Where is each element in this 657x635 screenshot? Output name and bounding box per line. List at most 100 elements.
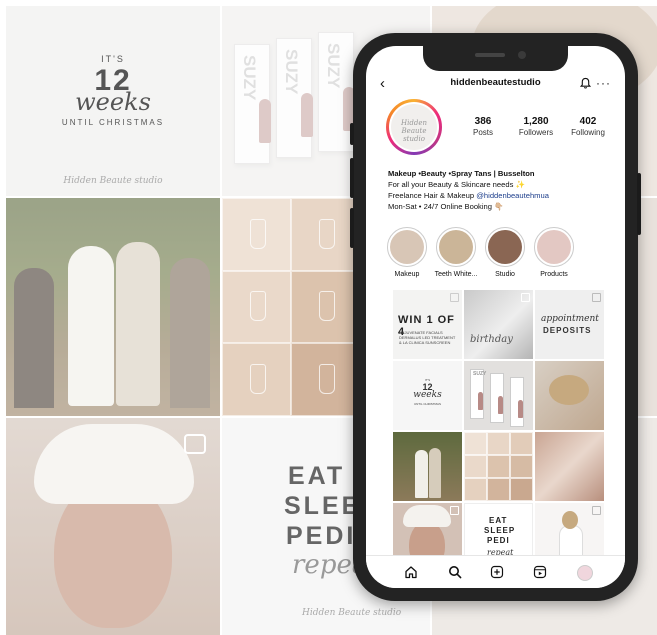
post-swatch: [487, 432, 510, 455]
post-groom-figure: [429, 448, 441, 498]
post-eat-line: PEDI: [487, 536, 510, 545]
pinned-icon: [592, 293, 601, 302]
post-win-subtitle: REJUVENATE FACIALS DERMALUS LED TREATMEN…: [399, 330, 456, 345]
bg-lipstick: [301, 93, 313, 137]
post-swatch: [487, 478, 510, 501]
reel-icon: [184, 434, 206, 454]
highlight-label: Products: [540, 271, 568, 278]
bio-line: For all your Beauty & Skincare needs ✨: [388, 180, 525, 189]
highlight-ring: [485, 227, 525, 267]
post-swatch: [487, 455, 510, 478]
post-christmas-countdown[interactable]: IT'S 12 weeks UNTIL CHRISTMAS: [393, 361, 462, 430]
post-eat-line: SLEEP: [484, 526, 516, 535]
bg-box-label: SUZY: [240, 55, 259, 101]
bio-handle-link[interactable]: @hiddenbeautehmua: [476, 191, 549, 200]
highlight-cover: [439, 230, 473, 264]
stat-label: Following: [571, 128, 605, 137]
bio-line-text: Freelance Hair & Makeup: [388, 191, 477, 200]
bg-swatch: [291, 343, 361, 416]
profile-bio: Makeup •Beauty •Spray Tans | Busselton F…: [388, 168, 618, 212]
pinned-icon: [521, 293, 530, 302]
post-wedding[interactable]: [393, 432, 462, 501]
post-weeks-text: weeks: [413, 390, 442, 400]
bg-box-label: SUZY: [324, 43, 343, 89]
phone-notch: [423, 46, 568, 71]
bg-guest-figure: [170, 258, 210, 408]
bg-product-box: SUZY: [318, 32, 355, 152]
stat-followers[interactable]: 1,280 Followers: [506, 116, 566, 137]
stat-posts[interactable]: 386 Posts: [453, 116, 513, 137]
stat-following[interactable]: 402 Following: [558, 116, 618, 137]
highlight-teeth-whitening[interactable]: Teeth White...: [434, 227, 478, 278]
post-box-shape: [510, 377, 524, 427]
highlight-studio[interactable]: Studio: [483, 227, 527, 278]
avatar-image: Hidden Beaute studio: [391, 104, 437, 150]
bg-tile-christmas-countdown: IT'S 12 weeks UNTIL CHRISTMAS Hidden Bea…: [6, 6, 220, 196]
bell-icon[interactable]: [580, 77, 591, 89]
post-deposits[interactable]: appointment DEPOSITS: [535, 290, 604, 359]
post-towel-shape: [403, 505, 451, 527]
search-icon[interactable]: [448, 565, 462, 579]
profile-header: ‹ hiddenbeautestudio ···: [366, 74, 625, 94]
post-swatch: [464, 455, 487, 478]
bio-title: Makeup •Beauty •Spray Tans | Busselton: [388, 169, 535, 178]
profile-avatar-icon[interactable]: [577, 565, 593, 581]
phone-frame: ‹ hiddenbeautestudio ··· Hidden Beaute s…: [350, 33, 641, 601]
add-icon[interactable]: [490, 565, 504, 579]
post-box-shape: SUZY: [470, 369, 487, 419]
post-eat-line: EAT: [489, 516, 508, 525]
post-swatch: [464, 478, 487, 501]
post-product-boxes[interactable]: SUZY: [464, 361, 533, 430]
post-box-label: SUZY: [473, 371, 487, 377]
bg-eat-line: PEDI: [286, 522, 357, 550]
bg-box-label: SUZY: [282, 49, 301, 95]
highlight-makeup[interactable]: Makeup: [385, 227, 429, 278]
posts-grid: WIN 1 OF 4 REJUVENATE FACIALS DERMALUS L…: [393, 290, 604, 572]
bg-watermark: Hidden Beaute studio: [302, 608, 402, 618]
highlight-products[interactable]: Products: [532, 227, 576, 278]
stat-label: Followers: [518, 128, 554, 137]
bg-guest-figure: [14, 268, 54, 408]
bg-its-text: IT'S: [101, 54, 125, 64]
highlight-ring: [534, 227, 574, 267]
post-birthday-text: birthday: [470, 334, 513, 345]
bg-watermark: Hidden Beaute studio: [63, 176, 163, 186]
bg-groom-figure: [116, 242, 160, 406]
reel-icon: [592, 506, 601, 515]
bg-swatch: [222, 198, 292, 271]
post-hair-bun[interactable]: [535, 361, 604, 430]
bio-line: Freelance Hair & Makeup @hiddenbeautehmu…: [388, 190, 618, 201]
post-until-christmas: UNTIL CHRISTMAS: [413, 402, 442, 406]
phone-speaker: [475, 53, 505, 57]
bg-tile-wedding-photo: [6, 198, 220, 416]
post-nails[interactable]: [535, 432, 604, 501]
home-icon[interactable]: [404, 565, 418, 579]
post-bride-figure: [415, 450, 428, 498]
highlight-label: Studio: [495, 271, 515, 278]
bg-lipstick: [259, 99, 271, 143]
reels-icon[interactable]: [533, 565, 547, 579]
highlight-ring: [436, 227, 476, 267]
bg-swatch: [222, 270, 292, 344]
post-swatch: [510, 432, 533, 455]
post-swatch: [510, 455, 533, 478]
post-box-shape: [490, 373, 504, 423]
reel-icon: [450, 506, 459, 515]
post-giveaway[interactable]: WIN 1 OF 4 REJUVENATE FACIALS DERMALUS L…: [393, 290, 462, 359]
post-birthday[interactable]: birthday: [464, 290, 533, 359]
more-icon[interactable]: ···: [596, 74, 611, 92]
post-nail-swatches[interactable]: [464, 432, 533, 501]
highlight-cover: [488, 230, 522, 264]
post-person-head: [562, 511, 578, 529]
phone-screen: ‹ hiddenbeautestudio ··· Hidden Beaute s…: [366, 46, 625, 588]
highlight-cover: [390, 230, 424, 264]
stat-value: 402: [579, 116, 597, 127]
bg-product-box: SUZY: [234, 44, 271, 164]
bg-until-christmas: UNTIL CHRISTMAS: [61, 118, 165, 127]
profile-avatar[interactable]: Hidden Beaute studio: [386, 99, 442, 155]
highlight-cover: [537, 230, 571, 264]
bg-swatch: [291, 270, 361, 344]
phone-side-button: [350, 158, 354, 198]
bg-weeks-text: weeks: [75, 88, 151, 116]
bottom-tab-bar: [366, 555, 625, 588]
